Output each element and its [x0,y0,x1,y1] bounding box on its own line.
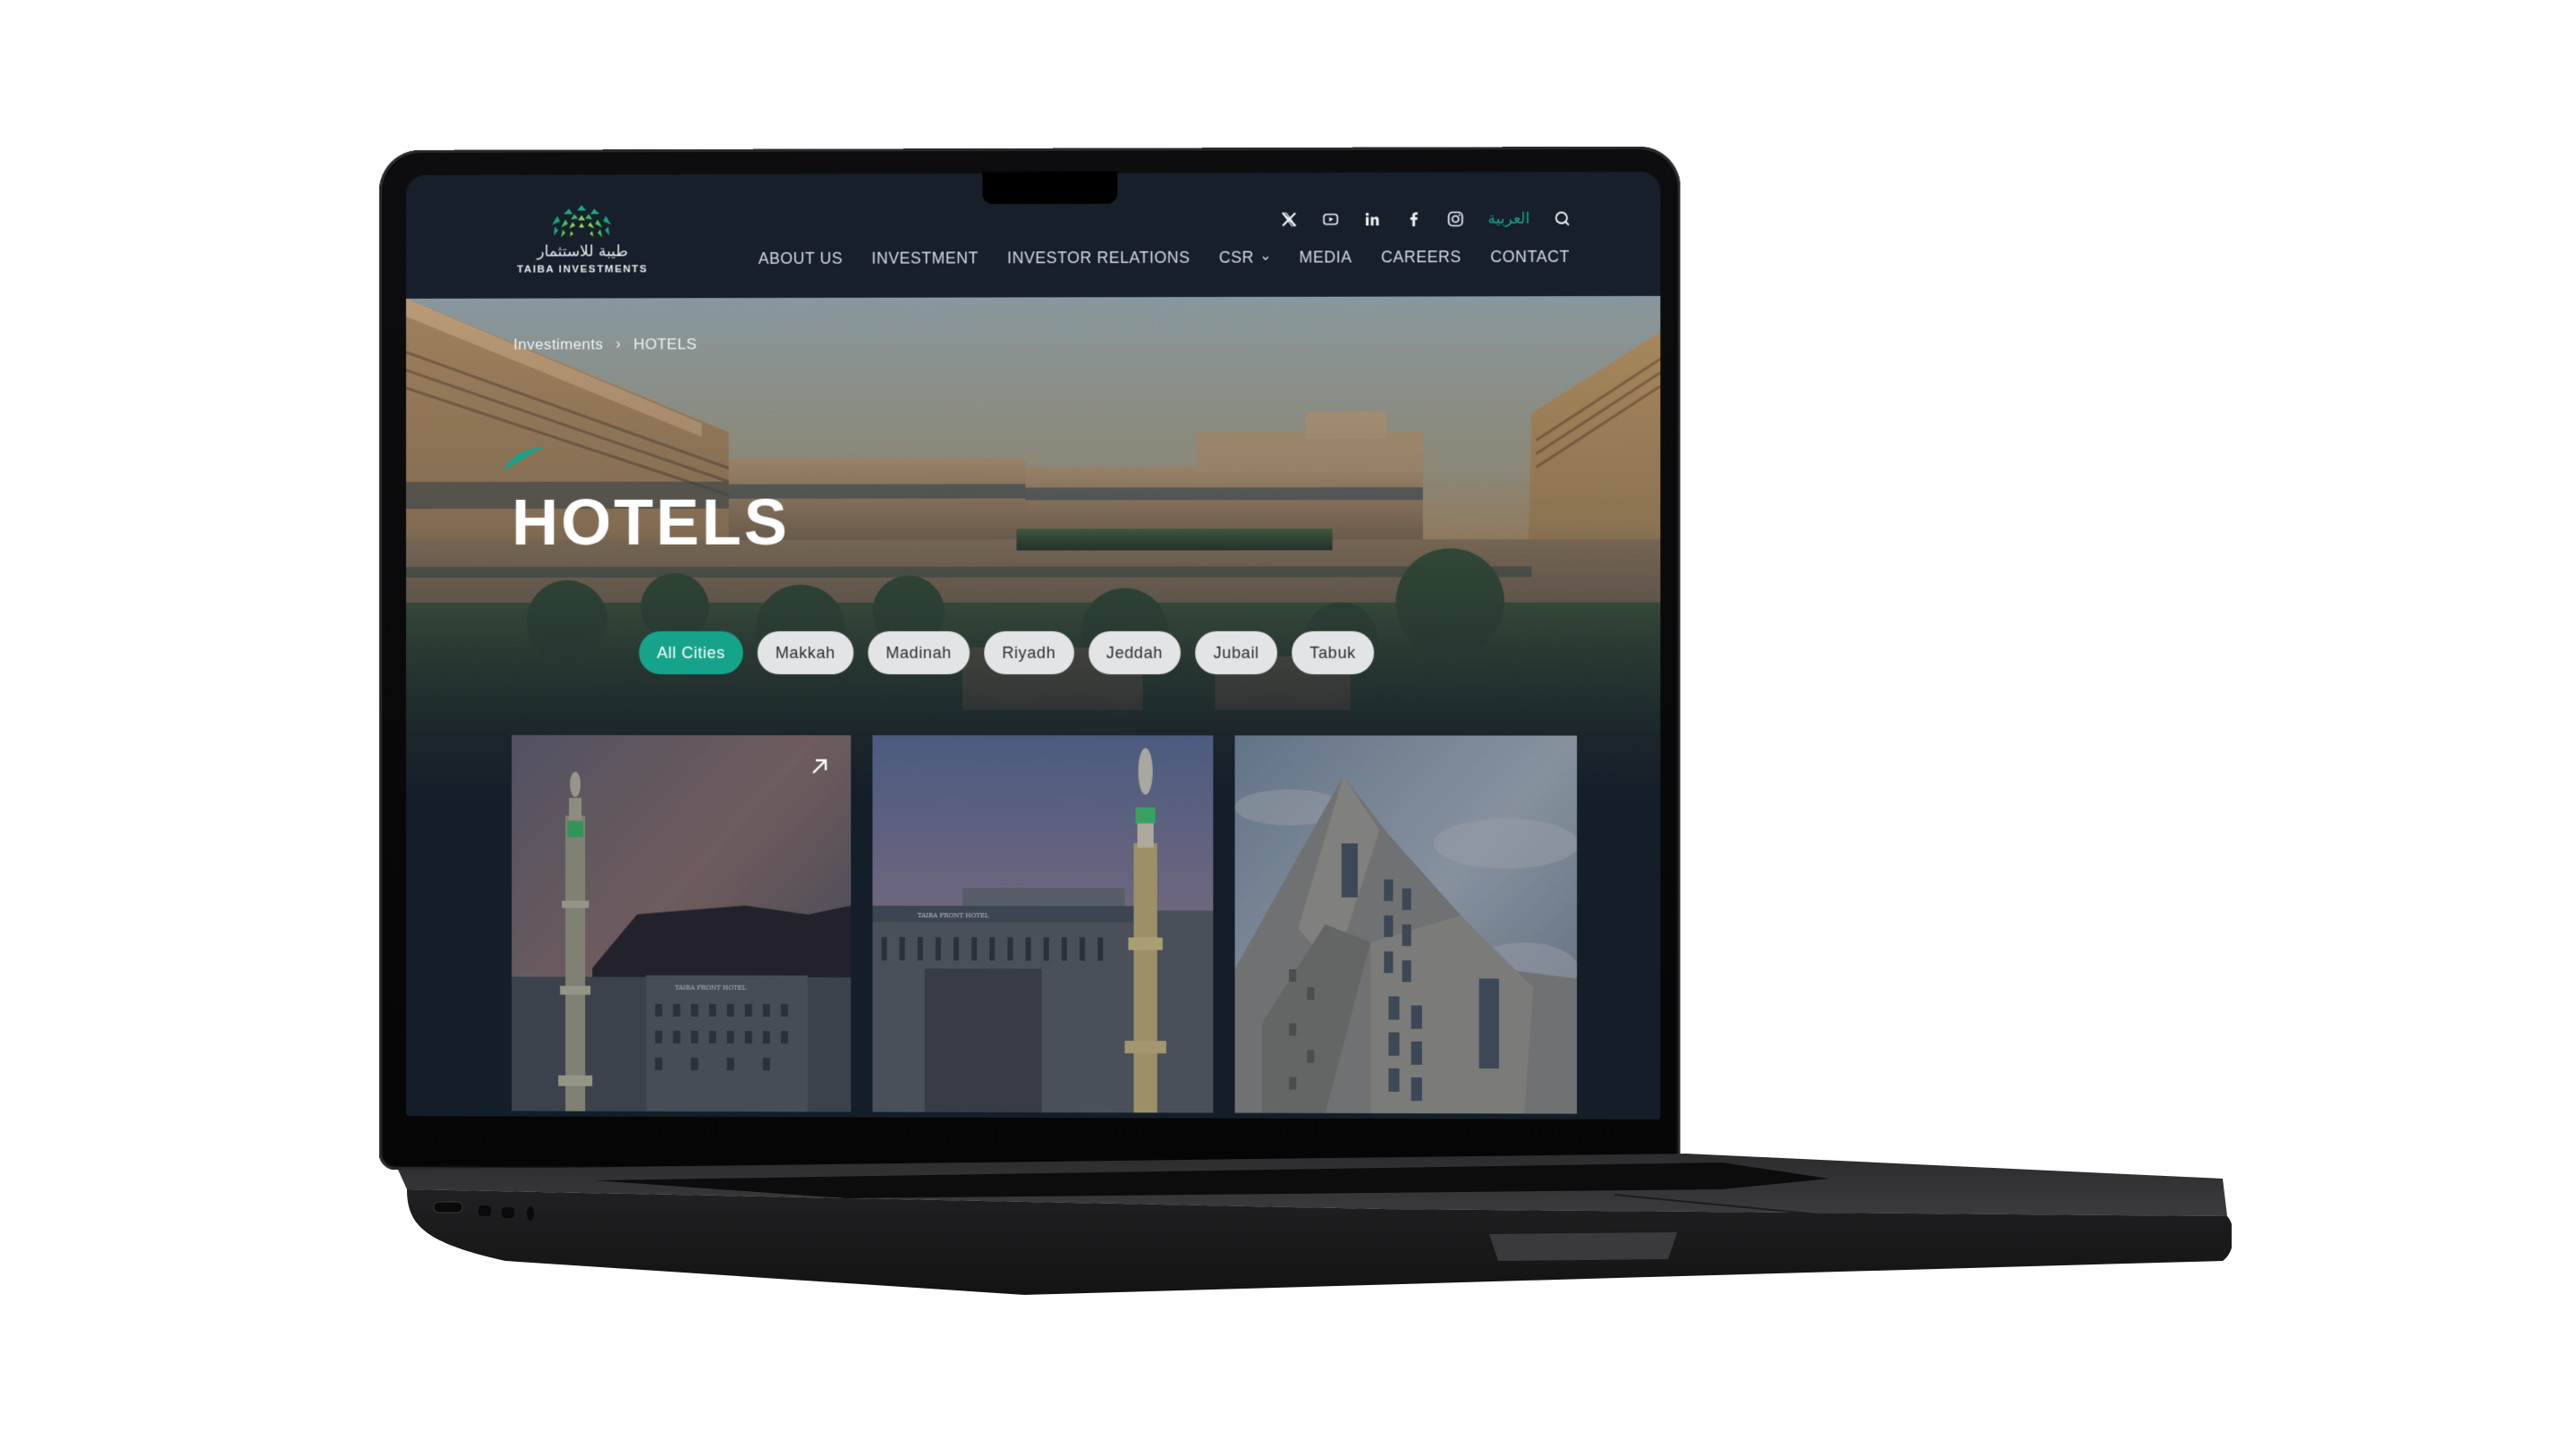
external-link-arrow-icon[interactable] [808,755,831,778]
hotel-photo-front-hotel-twilight: TAIBA FRONT HOTEL [872,735,1214,1113]
laptop-lid: طيبة للاستثمار TAIBA INVESTMENTS العربية… [379,146,1681,1174]
nav-about-us[interactable]: ABOUT US [758,249,843,268]
hdmi-port [433,1201,463,1213]
hotel-card[interactable]: TAIBA FRONT HOTEL [872,735,1214,1113]
logo-arabic-text: طيبة للاستثمار [537,242,629,261]
filter-makkah[interactable]: Makkah [757,630,854,675]
filter-tabuk[interactable]: Tabuk [1292,630,1375,675]
usb-c-port [502,1207,514,1218]
nav-label: CAREERS [1380,248,1462,266]
nav-csr[interactable]: CSR [1219,249,1270,267]
filter-jeddah[interactable]: Jeddah [1088,630,1182,675]
breadcrumb-separator: › [615,336,622,352]
facebook-icon[interactable] [1404,210,1422,228]
nav-investment[interactable]: INVESTMENT [871,249,979,267]
linkedin-icon[interactable] [1363,210,1381,228]
nav-label: CONTACT [1490,247,1570,266]
filter-jubail[interactable]: Jubail [1195,630,1277,675]
usb-c-port [479,1205,491,1216]
hotel-card[interactable] [1234,735,1578,1114]
taiba-logo[interactable]: طيبة للاستثمار TAIBA INVESTMENTS [515,203,649,280]
accent-leaf-icon [502,446,546,472]
nav-label: MEDIA [1299,248,1352,266]
hotel-photo-ornate-tower [1234,735,1578,1114]
utility-bar: العربية [1280,206,1572,232]
nav-careers[interactable]: CAREERS [1381,248,1462,266]
filter-riyadh[interactable]: Riyadh [984,630,1074,675]
city-filter-bar: All Cities Makkah Madinah Riyadh Jeddah … [639,630,1375,675]
search-icon[interactable] [1554,210,1572,228]
laptop-base [398,1127,2232,1297]
nav-label: INVESTMENT [871,249,979,267]
headphone-jack [527,1206,534,1221]
breadcrumb-investments-link[interactable]: Investiments [513,336,603,354]
laptop-base-shape [398,1154,2232,1295]
hotel-photo-minaret-dusk: TAIBA FRONT HOTEL [512,735,852,1112]
hero-banner: Investiments › HOTELS HOTELS All Cities … [405,295,1661,801]
page-title: HOTELS [512,486,791,559]
breadcrumb: Investiments › HOTELS [513,335,697,353]
hotel-card[interactable]: TAIBA FRONT HOTEL [512,735,852,1112]
hotel-card-grid: TAIBA FRONT HOTEL TAIBA FRONT HOTEL [512,735,1578,1114]
nav-investor-relations[interactable]: INVESTOR RELATIONS [1007,249,1190,268]
instagram-icon[interactable] [1446,210,1464,228]
filter-madinah[interactable]: Madinah [868,630,970,675]
camera-notch [982,171,1118,205]
nav-media[interactable]: MEDIA [1300,248,1352,266]
filter-all-cities[interactable]: All Cities [639,630,743,675]
logo-mark-icon [551,205,611,238]
logo-english-text: TAIBA INVESTMENTS [517,264,648,275]
nav-label: CSR [1218,248,1255,266]
chevron-down-icon [1261,253,1270,262]
laptop-screen: طيبة للاستثمار TAIBA INVESTMENTS العربية… [405,171,1661,1120]
main-nav: ABOUT US INVESTMENT INVESTOR RELATIONS C… [758,248,1570,268]
language-toggle[interactable]: العربية [1487,210,1530,228]
nav-contact[interactable]: CONTACT [1490,248,1570,266]
breadcrumb-current: HOTELS [633,335,697,353]
nav-label: INVESTOR RELATIONS [1007,248,1191,267]
youtube-icon[interactable] [1321,210,1339,228]
x-twitter-icon[interactable] [1280,210,1298,228]
nav-label: ABOUT US [758,249,843,268]
